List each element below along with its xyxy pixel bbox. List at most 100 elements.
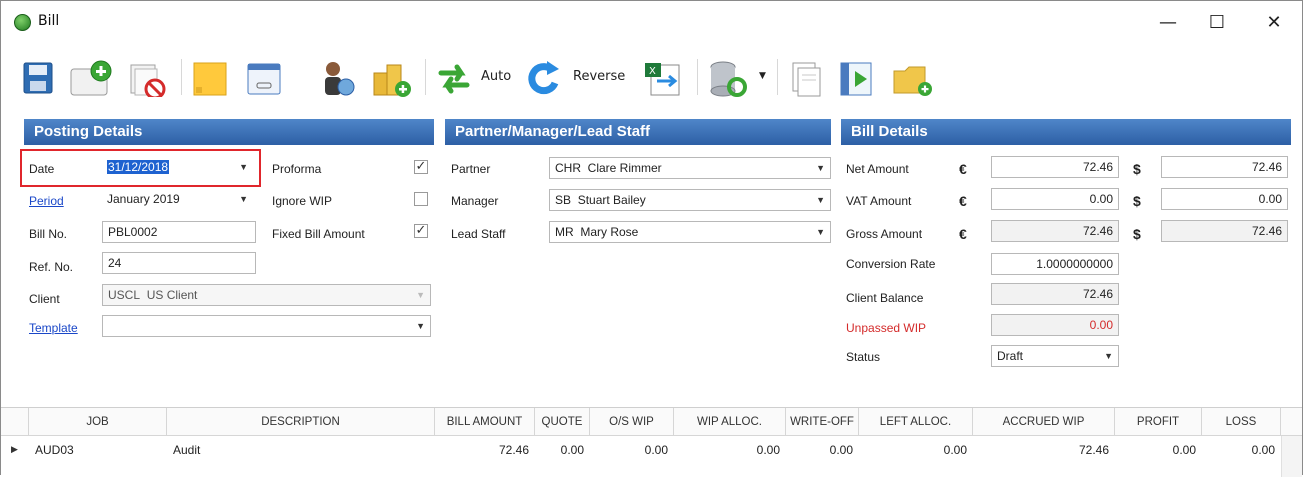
client-balance-field: 72.46	[991, 283, 1119, 305]
chevron-down-icon[interactable]: ▼	[1104, 346, 1113, 366]
lead-staff-dropdown[interactable]: MR Mary Rose ▼	[549, 221, 831, 243]
cell-os-wip[interactable]: 0.00	[590, 438, 668, 462]
column-header-quote[interactable]: QUOTE	[535, 408, 590, 436]
cell-accrued-wip[interactable]: 72.46	[973, 438, 1109, 462]
reverse-label[interactable]: Reverse	[573, 69, 625, 84]
cell-loss[interactable]: 0.00	[1202, 438, 1275, 462]
ref-no-label: Ref. No.	[29, 260, 74, 274]
column-header-os-wip[interactable]: O/S WIP	[590, 408, 674, 436]
column-header-wip-alloc[interactable]: WIP ALLOC.	[674, 408, 786, 436]
fixed-bill-amount-checkbox[interactable]: ✓	[414, 224, 428, 238]
cell-quote[interactable]: 0.00	[535, 438, 584, 462]
ignore-wip-label: Ignore WIP	[272, 194, 333, 208]
column-header-job[interactable]: JOB	[29, 408, 167, 436]
bill-details-header: Bill Details	[841, 119, 1291, 145]
gross-amount-label: Gross Amount	[846, 227, 923, 241]
staff-icon[interactable]	[317, 59, 357, 97]
cell-wip-alloc[interactable]: 0.00	[674, 438, 780, 462]
lead-staff-name: Mary Rose	[580, 225, 639, 239]
vat-amount-label: VAT Amount	[846, 194, 912, 208]
status-label: Status	[846, 350, 881, 364]
conversion-rate-field[interactable]: 1.0000000000	[991, 253, 1119, 275]
toolbar: Auto Reverse X ▼	[1, 45, 1302, 107]
client-dropdown[interactable]: USCL US Client ▼	[102, 284, 431, 306]
dollar-symbol: $	[1133, 226, 1141, 242]
ignore-wip-checkbox[interactable]	[414, 192, 428, 206]
dollar-symbol: $	[1133, 193, 1141, 209]
chevron-down-icon[interactable]: ▼	[416, 316, 425, 336]
template-link[interactable]: Template	[29, 321, 78, 335]
cell-description[interactable]: Audit	[173, 438, 433, 462]
delete-record-icon[interactable]	[125, 59, 169, 97]
net-amount-eur-field[interactable]: 72.46	[991, 156, 1119, 178]
conversion-rate-label: Conversion Rate	[846, 257, 936, 271]
proforma-checkbox[interactable]: ✓	[414, 160, 428, 174]
auto-arrows-icon[interactable]	[435, 59, 475, 97]
client-name: US Client	[146, 288, 198, 302]
cell-profit[interactable]: 0.00	[1115, 438, 1196, 462]
excel-export-icon[interactable]: X	[641, 59, 685, 97]
coins-add-icon[interactable]	[369, 59, 413, 97]
bill-no-field[interactable]: PBL0002	[102, 221, 256, 243]
row-indicator-header	[1, 408, 29, 436]
dollar-symbol: $	[1133, 161, 1141, 177]
cell-bill-amount[interactable]: 72.46	[435, 438, 529, 462]
column-header-bill-amount[interactable]: BILL AMOUNT	[435, 408, 535, 436]
chevron-down-icon[interactable]: ▼	[239, 189, 248, 209]
template-dropdown[interactable]: ▼	[102, 315, 431, 337]
partner-dropdown[interactable]: CHR Clare Rimmer ▼	[549, 157, 831, 179]
column-header-left-alloc[interactable]: LEFT ALLOC.	[859, 408, 973, 436]
posting-details-header: Posting Details	[24, 119, 434, 145]
vat-amount-eur-field[interactable]: 0.00	[991, 188, 1119, 210]
database-refresh-icon[interactable]	[707, 59, 751, 97]
forward-panel-icon[interactable]	[837, 59, 877, 97]
lead-staff-code: MR	[555, 225, 574, 239]
toolbar-separator	[425, 59, 426, 95]
new-record-icon[interactable]	[69, 59, 113, 97]
chevron-down-icon: ▼	[416, 290, 425, 300]
column-header-write-off[interactable]: WRITE-OFF	[786, 408, 859, 436]
vertical-scrollbar[interactable]	[1281, 436, 1302, 477]
column-header-description[interactable]: DESCRIPTION	[167, 408, 435, 436]
svg-text:X: X	[649, 66, 656, 77]
period-dropdown[interactable]: January 2019 ▼	[102, 189, 256, 211]
ref-no-field[interactable]: 24	[102, 252, 256, 274]
partner-label: Partner	[451, 162, 491, 176]
manager-label: Manager	[451, 194, 499, 208]
cell-job[interactable]: AUD03	[35, 438, 165, 462]
copy-document-icon[interactable]	[787, 59, 827, 97]
euro-symbol: €	[959, 226, 967, 242]
folder-add-icon[interactable]	[891, 59, 935, 97]
cell-write-off[interactable]: 0.00	[786, 438, 853, 462]
net-amount-usd-field[interactable]: 72.46	[1161, 156, 1288, 178]
bill-jobs-grid: JOB DESCRIPTION BILL AMOUNT QUOTE O/S WI…	[1, 407, 1302, 477]
auto-label[interactable]: Auto	[481, 69, 511, 84]
reverse-icon[interactable]	[525, 59, 565, 97]
minimize-button[interactable]: —	[1148, 9, 1188, 37]
manager-dropdown[interactable]: SB Stuart Bailey ▼	[549, 189, 831, 211]
window-link-icon[interactable]	[245, 59, 285, 97]
chevron-down-icon[interactable]: ▼	[816, 190, 825, 210]
client-balance-label: Client Balance	[846, 291, 924, 305]
gross-amount-usd-field: 72.46	[1161, 220, 1288, 242]
cell-left-alloc[interactable]: 0.00	[859, 438, 967, 462]
note-icon[interactable]	[191, 59, 231, 97]
chevron-down-icon[interactable]: ▼	[816, 222, 825, 242]
period-link[interactable]: Period	[29, 194, 64, 208]
staff-header: Partner/Manager/Lead Staff	[445, 119, 831, 145]
column-header-profit[interactable]: PROFIT	[1115, 408, 1202, 436]
column-header-loss[interactable]: LOSS	[1202, 408, 1281, 436]
close-button[interactable]: ✕	[1254, 9, 1294, 37]
vat-amount-usd-field[interactable]: 0.00	[1161, 188, 1288, 210]
unpassed-wip-label: Unpassed WIP	[846, 321, 927, 335]
save-icon[interactable]	[21, 59, 55, 97]
date-highlight-box	[20, 149, 261, 187]
maximize-button[interactable]: ☐	[1197, 9, 1237, 37]
chevron-down-icon[interactable]: ▼	[816, 158, 825, 178]
euro-symbol: €	[959, 193, 967, 209]
status-dropdown[interactable]: Draft ▼	[991, 345, 1119, 367]
lead-staff-label: Lead Staff	[451, 227, 506, 241]
column-header-accrued-wip[interactable]: ACCRUED WIP	[973, 408, 1115, 436]
chevron-down-icon[interactable]: ▼	[759, 71, 766, 81]
row-pointer-icon: ▶	[11, 445, 18, 455]
